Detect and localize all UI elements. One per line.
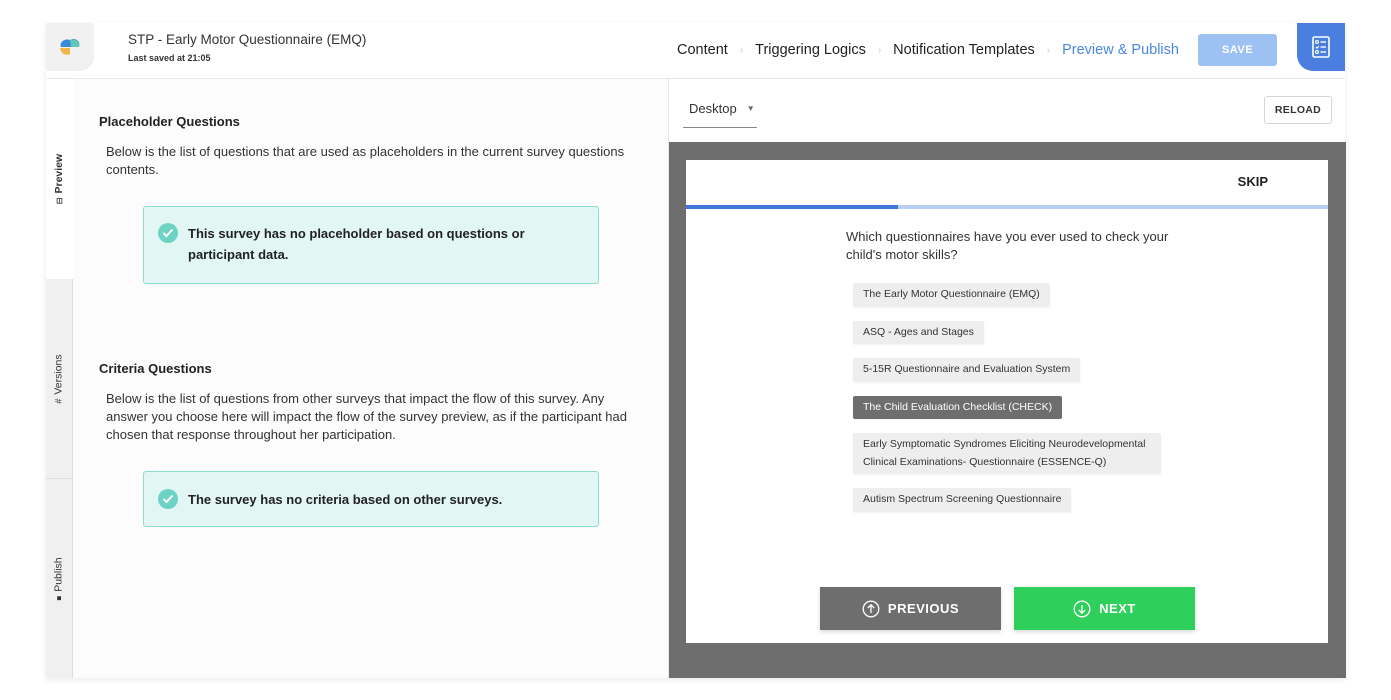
tab-publish-label: Publish [53,556,66,592]
answer-option-selected[interactable]: The Child Evaluation Checklist (CHECK) [853,395,1063,419]
chevron-right-icon: › [1046,44,1051,56]
hash-icon: # [54,398,65,404]
next-button-label: NEXT [1099,601,1136,616]
step-triggering-logics[interactable]: Triggering Logics [755,42,866,58]
preview-settings-panel: Placeholder Questions Below is the list … [73,79,691,678]
tab-preview[interactable]: ⊟ Preview [46,79,73,279]
survey-editor-app: STP - Early Motor Questionnaire (EMQ) La… [46,23,1346,678]
reload-button[interactable]: RELOAD [1264,96,1332,124]
publish-icon: ■ [54,595,64,601]
check-circle-icon [158,223,178,243]
question-text: Which questionnaires have you ever used … [846,229,1169,262]
survey-progress-bar [686,205,1328,209]
survey-progress-fill [686,205,898,209]
check-circle-icon [158,489,178,509]
tab-versions-label: Versions [53,353,66,395]
app-logo[interactable] [46,23,94,71]
placeholder-notice-text: This survey has no placeholder based on … [188,226,525,262]
next-button[interactable]: NEXT [1014,587,1195,630]
caret-down-icon: ▼ [746,104,755,113]
checklist-icon [1312,36,1330,58]
answer-option[interactable]: Early Symptomatic Syndromes Eliciting Ne… [853,433,1161,474]
placeholder-notice: This survey has no placeholder based on … [143,206,599,284]
answer-option[interactable]: Autism Spectrum Screening Questionnaire [853,488,1072,512]
answer-option[interactable]: The Early Motor Questionnaire (EMQ) [853,283,1050,307]
tab-publish[interactable]: ■ Publish [46,479,73,678]
side-tabs: ⊟ Preview # Versions ■ Publish [46,79,73,678]
step-content[interactable]: Content [677,42,728,58]
device-select-value: Desktop [689,101,737,116]
survey-preview-panel: Desktop ▼ RELOAD SKIP Which questionnair… [668,79,1346,678]
answer-options: The Early Motor Questionnaire (EMQ) ASQ … [853,283,1161,512]
device-select[interactable]: Desktop ▼ [683,97,757,128]
arrow-up-circle-icon [862,600,880,617]
criteria-questions-title: Criteria Questions [99,361,212,376]
survey-title: STP - Early Motor Questionnaire (EMQ) [128,32,367,47]
step-notification-templates[interactable]: Notification Templates [893,42,1035,58]
criteria-notice: The survey has no criteria based on othe… [143,471,599,527]
criteria-questions-description: Below is the list of questions from othe… [106,391,627,442]
save-button[interactable]: SAVE [1198,34,1277,66]
answer-option[interactable]: ASQ - Ages and Stages [853,320,984,344]
chevron-right-icon: › [739,44,744,56]
brain-puzzle-icon [60,38,80,55]
previous-button[interactable]: PREVIOUS [820,587,1001,630]
step-preview-publish[interactable]: Preview & Publish [1062,42,1179,58]
previous-button-label: PREVIOUS [887,601,960,616]
survey-question-card: SKIP Which questionnaires have you ever … [686,160,1328,643]
criteria-notice-text: The survey has no criteria based on othe… [188,491,503,507]
chevron-right-icon: › [877,44,882,56]
wizard-steps: Content › Triggering Logics › Notificati… [677,42,1179,58]
skip-button[interactable]: SKIP [1238,174,1268,189]
placeholder-questions-title: Placeholder Questions [99,114,240,129]
tab-versions[interactable]: # Versions [46,279,73,479]
header: STP - Early Motor Questionnaire (EMQ) La… [46,23,1345,79]
preview-icon: ⊟ [55,197,64,205]
last-saved-status: Last saved at 21:05 [128,53,211,63]
placeholder-questions-description: Below is the list of questions that are … [106,144,625,177]
arrow-down-circle-icon [1073,600,1091,617]
tab-preview-label: Preview [53,153,66,194]
answer-option[interactable]: 5-15R Questionnaire and Evaluation Syste… [853,358,1081,382]
checklist-button[interactable] [1297,23,1345,71]
preview-stage: SKIP Which questionnaires have you ever … [669,142,1346,678]
